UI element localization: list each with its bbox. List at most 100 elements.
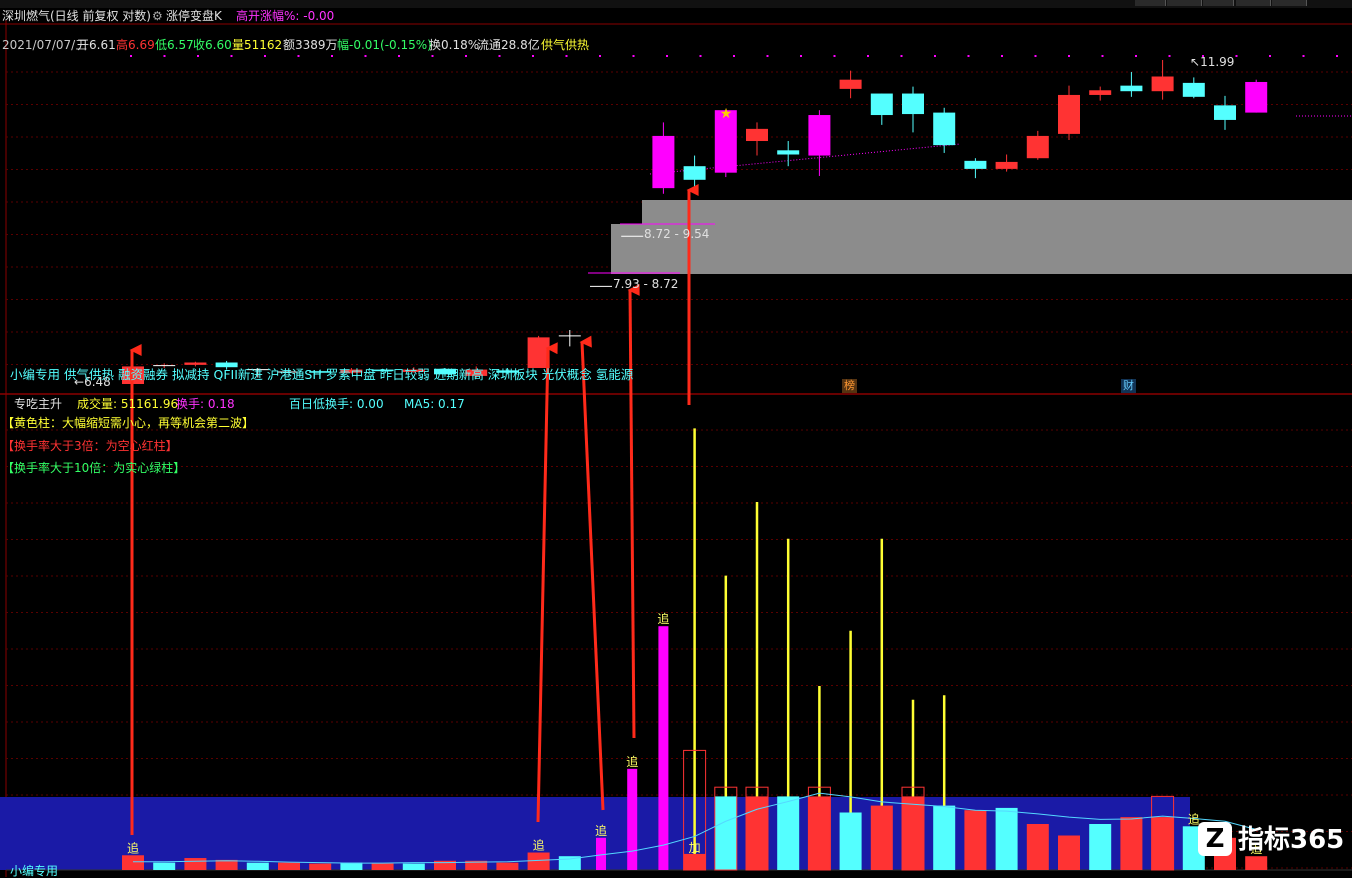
lower-volume-bar [902, 796, 924, 870]
candle-body [808, 115, 831, 156]
lower-volume-bar [1089, 824, 1112, 870]
candle-body [1058, 94, 1080, 134]
lower-volume-bar [995, 807, 1018, 870]
top-dot-marker [666, 55, 668, 57]
indicator-gear-icon[interactable]: ⚙ [152, 9, 163, 23]
concept-tag[interactable]: 融资融券 [118, 367, 168, 382]
candle-body [902, 93, 924, 115]
top-dot-marker [532, 55, 534, 57]
zone-lower [611, 224, 1352, 274]
concept-tag[interactable]: 供气供热 [64, 367, 114, 382]
candle-body [777, 150, 800, 155]
quote-volume: 量51162 [232, 38, 283, 52]
concept-tag[interactable]: 深圳板块 [488, 367, 538, 382]
lower-volume-bar [1058, 835, 1080, 870]
top-dot-marker [1168, 55, 1171, 57]
top-dot-marker [364, 55, 367, 57]
gap-label: 高开涨幅%: -0.00 [236, 9, 335, 23]
lower-volume-bar [153, 862, 176, 870]
lower-turnover-text: 换手: 0.18 [176, 397, 235, 411]
star-marker-icon: ★ [720, 106, 733, 122]
candle-body [964, 160, 987, 169]
lower-ma5-text: MA5: 0.17 [404, 397, 465, 411]
top-dot-marker [197, 55, 199, 57]
lower-volume-text: 成交量: 51161.96 [77, 397, 179, 411]
top-dot-marker [934, 55, 936, 57]
top-dot-marker [297, 55, 300, 57]
top-dot-marker [632, 55, 635, 57]
lower-volume-bar [658, 626, 669, 870]
lower-volume-bar [777, 796, 800, 870]
concept-tag[interactable]: 昨日较弱 [380, 367, 430, 382]
zhui-label: 追 [533, 838, 545, 853]
footer-label: 小编专用 [10, 864, 59, 878]
top-dot-marker [230, 55, 233, 57]
candle-body [839, 79, 862, 89]
indicator-name[interactable]: 涨停变盘K [166, 9, 222, 23]
lower-volume-bar [278, 862, 300, 870]
lower-volume-bar [246, 862, 269, 870]
top-dot-marker [1068, 55, 1070, 57]
lower-volume-bar [184, 858, 207, 870]
watermark-text: 指标365 [1238, 825, 1345, 855]
jia-label: 加 [689, 841, 701, 855]
top-dot-marker [833, 55, 836, 57]
lower-volume-bar [1026, 824, 1049, 870]
quote-open: 开6.61 [77, 38, 116, 52]
concept-tag[interactable]: QFII新进 [214, 367, 263, 382]
watermark-logo: Z 指标365 [1198, 820, 1348, 860]
lower-baihu-text: 百日低换手: 0.00 [289, 397, 384, 411]
candle-body [933, 112, 956, 146]
top-dot-marker [163, 55, 166, 57]
concept-tag[interactable]: 近期新高 [434, 367, 484, 382]
top-dot-marker [431, 55, 434, 57]
legend-red: 【换手率大于3倍：为空心红柱】 [2, 439, 178, 453]
zhui-label: 追 [657, 611, 669, 626]
candle-body [1214, 105, 1236, 120]
annotation-arrow [627, 283, 640, 739]
top-dot-marker [331, 55, 333, 57]
zone-upper [642, 200, 1352, 224]
candle-body [652, 135, 675, 189]
lower-volume-bar [1151, 817, 1174, 870]
watermark-z-icon: Z [1198, 822, 1232, 856]
candle-body [683, 166, 706, 180]
candle-body [1151, 76, 1174, 92]
event-badge-rank[interactable]: 榜 [842, 379, 857, 393]
high-marker-value: 11.99 [1200, 55, 1235, 69]
legend-yellow: 【黄色柱：大幅缩短需小心，再等机会第二波】 [2, 416, 255, 430]
top-dot-marker [498, 55, 501, 57]
top-dot-marker [1135, 55, 1137, 57]
top-dot-marker [1269, 55, 1271, 57]
candle-body [1182, 82, 1205, 97]
zhui-label: 追 [595, 823, 607, 838]
zone-lower-label: 7.93 - 8.72 [613, 277, 679, 291]
annotation-arrow [536, 342, 558, 823]
lower-volume-bar [596, 837, 606, 870]
concept-tag[interactable]: 罗素中盘 [326, 367, 376, 382]
top-dot-marker [264, 55, 266, 57]
top-dot-marker [1101, 55, 1104, 57]
lower-panel-name[interactable]: 专吃主升 [14, 397, 62, 411]
concept-tag[interactable]: 光伏概念 [542, 367, 592, 382]
lower-volume-bar [933, 805, 956, 870]
top-dot-marker [967, 55, 970, 57]
candle-body [1089, 90, 1112, 95]
event-badge-finance[interactable]: 财 [1121, 379, 1136, 393]
lower-volume-bar [122, 855, 144, 870]
concept-tag[interactable]: 沪港通SH [267, 367, 322, 382]
lower-volume-bar [496, 862, 519, 870]
zhui-label: 追 [626, 754, 638, 769]
kline-chart[interactable]: ★追追追追追追追追加 [0, 0, 1352, 877]
lower-volume-bar [402, 863, 425, 870]
concept-tag[interactable]: 拟减持 [172, 367, 210, 382]
concept-tag[interactable]: 小编专用 [10, 367, 60, 382]
quote-change: 幅-0.01(-0.15%) [337, 38, 432, 52]
top-dot-marker [1235, 55, 1238, 57]
annotation-arrow [579, 335, 605, 811]
legend-green: 【换手率大于10倍：为实心绿柱】 [2, 461, 186, 475]
top-dot-marker [130, 55, 132, 57]
concept-tag[interactable]: 氢能源 [596, 367, 634, 382]
top-dot-marker [867, 55, 869, 57]
stock-title[interactable]: 深圳燃气(日线 前复权 对数) [2, 9, 151, 23]
